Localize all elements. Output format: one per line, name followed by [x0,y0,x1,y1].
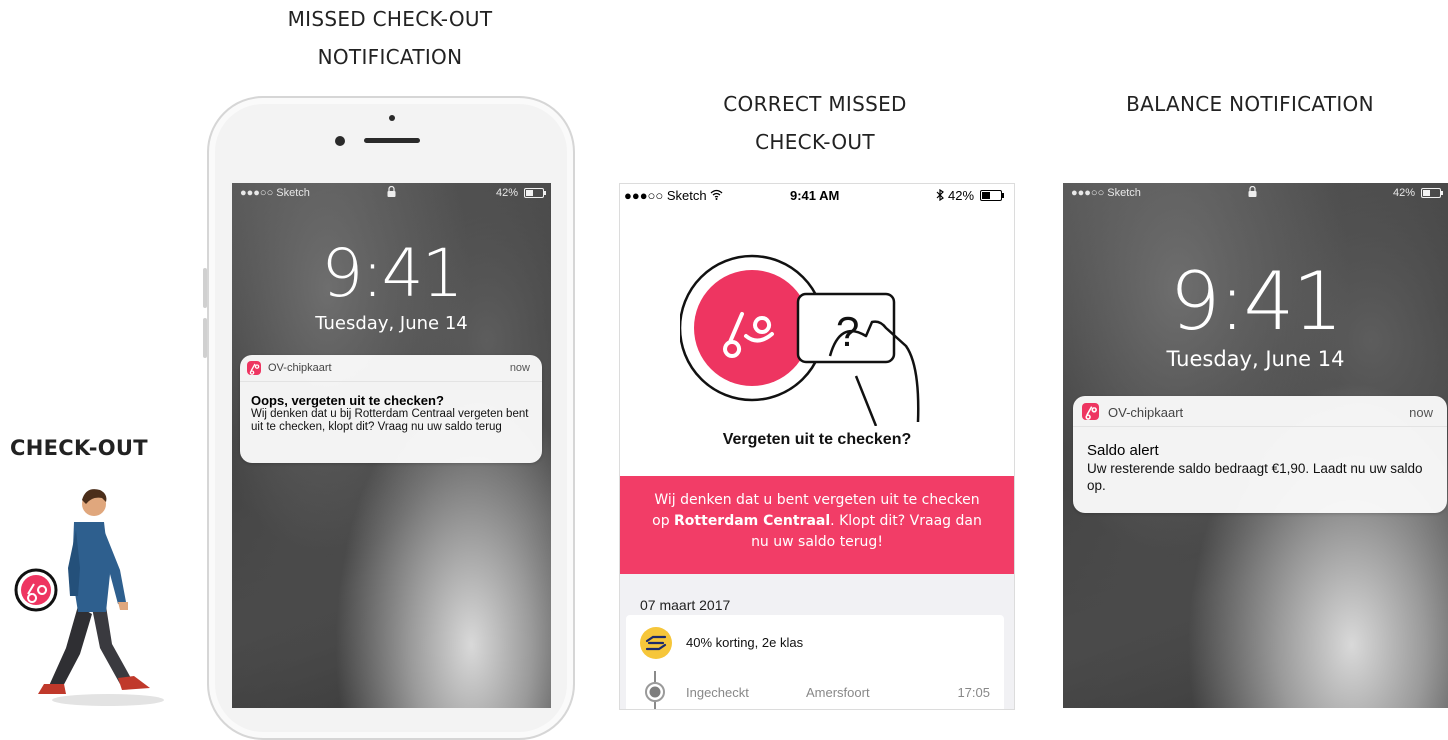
person-shadow [52,694,164,706]
notification-app-name: OV-chipkaart [1108,405,1184,420]
phone-speaker [364,138,420,143]
row-time: 17:05 [957,685,990,700]
warning-banner: Wij denken dat u bent vergeten uit te ch… [620,476,1014,574]
app-clock: 9:41 AM [790,188,840,203]
hero-section: ? Vergeten uit te checken? [620,206,1014,476]
battery-percent: 42% [1393,187,1416,199]
timeline-dot-icon [645,682,665,702]
notification-header: OV-chipkaart now [1073,396,1447,427]
person-leg-back [48,606,92,692]
banner-station: Rotterdam Centraal [674,513,831,529]
lock-date: Tuesday, June 14 [1166,347,1345,371]
person-shoe-back [38,684,66,694]
heading-missed-line1: MISSED CHECK-OUT [287,7,493,31]
notification-body: Wij denken dat u bij Rotterdam Centraal … [251,408,529,433]
battery-icon [524,188,546,198]
battery-percent: 42% [948,188,975,203]
battery-icon [1421,188,1443,198]
heading-missed-line2: NOTIFICATION [317,45,463,69]
ns-logo-icon [640,627,672,659]
heading-correct-line1: CORRECT MISSED [723,92,907,116]
lock-screen-balance: ●●●○○ Sketch 42% 9:41 Tuesday, June 14 O… [1063,183,1448,708]
carrier: ●●●○○ Sketch [624,188,707,203]
carrier: ●●●○○ Sketch [1071,187,1141,199]
notification-title: Saldo alert [1087,442,1159,459]
trip-card[interactable]: 40% korting, 2e klas Ingecheckt Amersfoo… [626,615,1004,709]
trip-date: 07 maart 2017 [640,597,731,613]
heading-correct-missed: CORRECT MISSED CHECK-OUT [640,85,990,161]
phone-volume-down [203,318,207,358]
notification-missed-checkout[interactable]: OV-chipkaart now Oops, vergeten uit te c… [240,355,542,463]
heading-balance: BALANCE NOTIFICATION [1126,92,1374,116]
hero-pink-circle [694,270,810,386]
lock-icon [387,186,396,197]
card-question-mark: ? [836,308,859,355]
notification-app-name: OV-chipkaart [268,362,332,374]
app-status-bar: ●●●○○ Sketch 9:41 AM 42% [620,184,1014,206]
notification-time: now [1409,405,1433,420]
battery-icon [980,190,1004,201]
discount-label: 40% korting, 2e klas [686,635,804,650]
row-station: Amersfoort [806,685,870,700]
heading-checkout: CHECK-OUT [10,436,148,460]
hero-title: Vergeten uit te checken? [722,431,912,448]
notification-body: Uw resterende saldo bedraagt €1,90. Laad… [1087,461,1423,493]
app-correct-missed-checkout: ●●●○○ Sketch 9:41 AM 42% ? Vergeten uit … [619,183,1015,710]
wifi-icon [710,189,723,200]
phone-camera [335,136,345,146]
bluetooth-icon [936,189,944,201]
carrier: ●●●○○ Sketch [240,187,310,199]
lock-time: 9:41 [1169,255,1344,348]
person-hand-right [118,602,128,610]
hero-illustration: ? [680,254,920,426]
heading-correct-line2: CHECK-OUT [755,130,875,154]
row-status: Ingecheckt [686,685,749,700]
lock-icon [1248,186,1257,197]
battery-percent: 42% [496,187,519,199]
person-shoe-front [118,676,150,690]
lock-time: 9:41 [321,235,463,312]
ov-chipkaart-logo-icon [247,361,261,375]
status-bar: ●●●○○ Sketch 42% [1063,183,1448,203]
notification-title: Oops, vergeten uit te checken? [251,393,444,408]
person-walking-illustration [14,489,164,706]
person-leg-front [92,606,132,684]
phone-volume-up [203,268,207,308]
lock-screen-missed: ●●●○○ Sketch 42% 9:41 Tuesday, June 14 O… [232,183,551,708]
notification-balance[interactable]: OV-chipkaart now Saldo alert Uw resteren… [1073,396,1447,513]
phone-sensor [389,115,395,121]
status-bar: ●●●○○ Sketch 42% [232,183,551,203]
lock-date: Tuesday, June 14 [315,313,468,334]
heading-missed-checkout: MISSED CHECK-OUT NOTIFICATION [220,0,560,76]
notification-time: now [509,362,530,374]
ov-chipkaart-logo-icon [1082,403,1099,420]
notification-header: OV-chipkaart now [240,355,542,382]
